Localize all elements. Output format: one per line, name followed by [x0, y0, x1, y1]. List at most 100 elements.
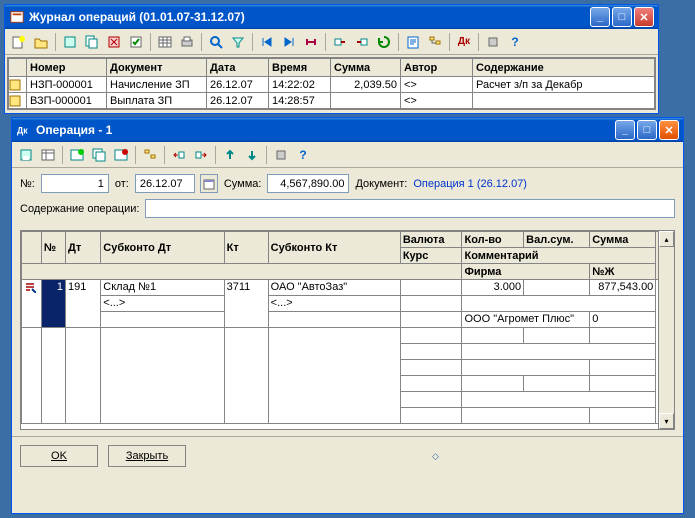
tool-range-icon[interactable]	[301, 32, 321, 52]
col-sum[interactable]: Сумма	[331, 59, 401, 77]
tool-help-icon[interactable]: ?	[293, 145, 313, 165]
tool-report-icon[interactable]	[403, 32, 423, 52]
table-row[interactable]: ВЗП-000001 Выплата ЗП 26.12.07 14:28:57 …	[9, 93, 655, 109]
tool-new-row-icon[interactable]	[67, 145, 87, 165]
close-button[interactable]: ✕	[634, 7, 654, 27]
tool-print-icon[interactable]	[177, 32, 197, 52]
op-row[interactable]: 1 191 Склад №1 3711 ОАО "АвтоЗаз" 3.000 …	[22, 280, 674, 296]
cell-kt[interactable]: 3711	[224, 280, 268, 328]
cell-subdt2[interactable]: <...>	[101, 296, 224, 312]
tool-edit-icon[interactable]	[60, 32, 80, 52]
scrollbar-vertical[interactable]: ▴ ▾	[658, 231, 674, 429]
calendar-icon[interactable]	[200, 174, 218, 193]
titlebar-operation[interactable]: Дк Операция - 1 _ □ ✕	[12, 118, 683, 142]
tool-grid-icon[interactable]	[155, 32, 175, 52]
input-date[interactable]	[135, 174, 195, 193]
titlebar-journal[interactable]: Журнал операций (01.01.07-31.12.07) _ □ …	[5, 5, 658, 29]
col-kt[interactable]: Кт	[224, 232, 268, 264]
col-marker[interactable]	[22, 232, 42, 264]
tool-tree-icon[interactable]	[140, 145, 160, 165]
tool-up-icon[interactable]	[220, 145, 240, 165]
ok-button[interactable]: OK	[20, 445, 98, 467]
cell-dt[interactable]: 191	[66, 280, 101, 328]
tool-copy-icon[interactable]	[82, 32, 102, 52]
tool-new-icon[interactable]	[9, 32, 29, 52]
tool-find-icon[interactable]	[206, 32, 226, 52]
cell-qty[interactable]: 3.000	[462, 280, 524, 296]
cell-subkt2[interactable]: <...>	[268, 296, 400, 312]
tool-misc-icon[interactable]	[271, 145, 291, 165]
col-number[interactable]: Номер	[27, 59, 107, 77]
col-vsum[interactable]: Вал.сум.	[524, 232, 590, 248]
col-comment[interactable]: Комментарий	[462, 248, 656, 264]
input-content[interactable]	[145, 199, 675, 218]
table-row[interactable]: НЗП-000001 Начисление ЗП 26.12.07 14:22:…	[9, 77, 655, 93]
tool-toggle-icon[interactable]	[126, 32, 146, 52]
col-n[interactable]: №	[41, 232, 65, 264]
cell-summa[interactable]: 877,543.00	[590, 280, 656, 296]
col-sum[interactable]: Сумма	[590, 232, 656, 248]
tool-help-icon[interactable]: ?	[505, 32, 525, 52]
cell-n[interactable]: 1	[41, 280, 65, 328]
tool-first-icon[interactable]	[257, 32, 277, 52]
tool-dk-icon[interactable]: Дк	[454, 32, 474, 52]
doc-link[interactable]: Операция 1 (26.12.07)	[413, 178, 527, 190]
maximize-button[interactable]: □	[637, 120, 657, 140]
toolbar-journal: Дк ?	[5, 29, 658, 55]
cell-subdt1[interactable]: Склад №1	[101, 280, 224, 296]
col-subkt[interactable]: Субконто Кт	[268, 232, 400, 264]
cell-subkt1[interactable]: ОАО "АвтоЗаз"	[268, 280, 400, 296]
tool-grid-icon[interactable]	[38, 145, 58, 165]
op-row-empty[interactable]	[22, 328, 674, 344]
minimize-button[interactable]: _	[590, 7, 610, 27]
col-content[interactable]: Содержание	[473, 59, 655, 77]
tool-tree-icon[interactable]	[425, 32, 445, 52]
tool-left-icon[interactable]	[169, 145, 189, 165]
tool-link2-icon[interactable]	[352, 32, 372, 52]
cell-vsum[interactable]	[524, 280, 590, 296]
row-icon	[9, 93, 27, 109]
tool-filter-icon[interactable]	[228, 32, 248, 52]
minimize-button[interactable]: _	[615, 120, 635, 140]
tool-tool-icon[interactable]	[483, 32, 503, 52]
col-date[interactable]: Дата	[207, 59, 269, 77]
close-button[interactable]: ✕	[659, 120, 679, 140]
input-sum[interactable]	[267, 174, 349, 193]
col-val[interactable]: Валюта	[400, 232, 462, 248]
tool-refresh-icon[interactable]	[374, 32, 394, 52]
tool-right-icon[interactable]	[191, 145, 211, 165]
col-time[interactable]: Время	[269, 59, 331, 77]
scroll-down-icon[interactable]: ▾	[659, 413, 674, 429]
col-icon[interactable]	[9, 59, 27, 77]
scroll-up-icon[interactable]: ▴	[659, 231, 674, 247]
col-author[interactable]: Автор	[401, 59, 473, 77]
maximize-button[interactable]: □	[612, 7, 632, 27]
tool-save-icon[interactable]	[16, 145, 36, 165]
col-nz[interactable]: №Ж	[590, 264, 656, 280]
col-dt[interactable]: Дт	[66, 232, 101, 264]
cell-kurs[interactable]	[400, 296, 462, 312]
col-qty[interactable]: Кол-во	[462, 232, 524, 248]
cell-comment[interactable]	[462, 296, 656, 312]
tool-copy-row-icon[interactable]	[89, 145, 109, 165]
cell-subkt3[interactable]	[268, 312, 400, 328]
col-firm[interactable]: Фирма	[462, 264, 590, 280]
tool-down-icon[interactable]	[242, 145, 262, 165]
cell-nz[interactable]: 0	[590, 312, 656, 328]
col-kurs[interactable]: Курс	[400, 248, 462, 264]
input-no[interactable]	[41, 174, 109, 193]
tool-open-icon[interactable]	[31, 32, 51, 52]
op-grid[interactable]: № Дт Субконто Дт Кт Субконто Кт Валюта К…	[20, 230, 675, 430]
cell-val[interactable]	[400, 280, 462, 296]
tool-last-icon[interactable]	[279, 32, 299, 52]
col-subdt[interactable]: Субконто Дт	[101, 232, 224, 264]
tool-delete-icon[interactable]	[104, 32, 124, 52]
tool-link1-icon[interactable]	[330, 32, 350, 52]
col-doc[interactable]: Документ	[107, 59, 207, 77]
cell-firm[interactable]: ООО "Агромет Плюс"	[462, 312, 590, 328]
app-icon	[9, 9, 25, 25]
tool-del-row-icon[interactable]	[111, 145, 131, 165]
close-operation-button[interactable]: Закрыть	[108, 445, 186, 467]
cell-subdt3[interactable]	[101, 312, 224, 328]
journal-grid[interactable]: Номер Документ Дата Время Сумма Автор Со…	[7, 57, 656, 110]
